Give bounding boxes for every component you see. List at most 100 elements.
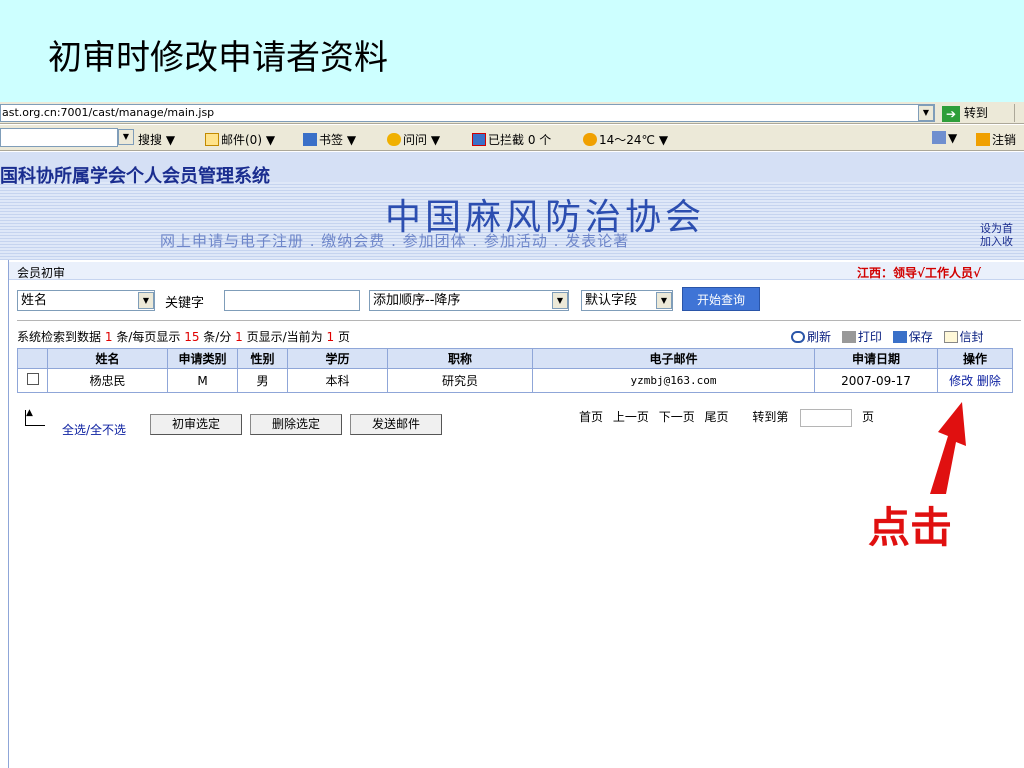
cell-name: 杨忠民 xyxy=(47,368,168,393)
envelope-icon xyxy=(943,331,958,343)
grid-actions: 刷新 打印 保存 信封 xyxy=(784,328,984,345)
go-arrow-icon: ➔ xyxy=(942,105,960,122)
set-homepage-link[interactable]: 设为首 xyxy=(980,222,1013,235)
popup-blocker[interactable]: 已拦截 0 个 xyxy=(472,131,551,148)
cell-education: 本科 xyxy=(287,368,388,393)
member-table: 姓名 申请类别 性别 学历 职称 电子邮件 申请日期 操作 杨忠民 M 男 本科 xyxy=(17,348,1013,393)
refresh-button[interactable]: 刷新 xyxy=(791,330,831,344)
chevron-down-icon: ▼ xyxy=(552,292,568,309)
sort-field-select[interactable]: 默认字段 ▼ xyxy=(581,290,673,311)
table-row: 杨忠民 M 男 本科 研究员 yzmbj@163.com 2007-09-17 … xyxy=(17,368,1013,393)
divider xyxy=(17,320,1021,321)
address-input[interactable]: ast.org.cn:7001/cast/manage/main.jsp xyxy=(0,104,935,122)
chevron-down-icon: ▼ xyxy=(656,292,672,309)
bookmarks-button[interactable]: 书签 ▼ xyxy=(303,131,356,148)
col-header-title: 职称 xyxy=(387,348,533,369)
slide-title: 初审时修改申请者资料 xyxy=(48,38,388,78)
search-button[interactable]: 搜搜 ▼ xyxy=(138,131,175,148)
col-header-date: 申请日期 xyxy=(814,348,938,369)
tools-icon xyxy=(932,131,946,144)
last-page-link[interactable]: 尾页 xyxy=(705,410,729,424)
ask-button[interactable]: 问问 ▼ xyxy=(387,131,440,148)
toolbar-search-input[interactable] xyxy=(0,128,118,147)
tools-button[interactable]: ▼ xyxy=(932,131,957,145)
envelope-button[interactable]: 信封 xyxy=(943,330,984,344)
sun-icon xyxy=(583,133,597,146)
table-header-row: 姓名 申请类别 性别 学历 职称 电子邮件 申请日期 操作 xyxy=(17,348,1013,369)
mail-button[interactable]: 邮件(0) ▼ xyxy=(205,131,275,148)
logout-icon xyxy=(976,133,990,146)
col-header-category: 申请类别 xyxy=(167,348,238,369)
printer-icon xyxy=(841,331,856,343)
field-select[interactable]: 姓名 ▼ xyxy=(17,290,155,311)
toolbar-divider xyxy=(1014,104,1024,122)
go-label: 转到 xyxy=(963,106,988,120)
floppy-icon xyxy=(892,331,907,343)
site-header: 国科协所属学会个人会员管理系统 中国麻风防治协会 网上申请与电子注册 . 缴纳会… xyxy=(0,152,1024,260)
sort-field-value: 默认字段 xyxy=(585,293,638,308)
col-header-ops: 操作 xyxy=(937,348,1013,369)
prev-page-link[interactable]: 上一页 xyxy=(613,410,649,424)
chevron-down-icon: ▼ xyxy=(138,292,154,309)
address-bar: ast.org.cn:7001/cast/manage/main.jsp ▼ ➔… xyxy=(0,102,1024,124)
callout-arrow-icon xyxy=(930,402,966,494)
go-button[interactable]: ➔ 转到 xyxy=(942,104,1012,122)
section-title: 会员初审 xyxy=(17,266,66,280)
save-button[interactable]: 保存 xyxy=(892,330,933,344)
col-header-name: 姓名 xyxy=(47,348,168,369)
mail-icon xyxy=(205,133,219,146)
section-header: 会员初审 江西：领导√工作人员√ xyxy=(9,262,1024,280)
delete-selected-button[interactable]: 删除选定 xyxy=(250,414,342,435)
row-checkbox-cell xyxy=(17,368,48,393)
query-button[interactable]: 开始查询 xyxy=(682,287,760,311)
first-page-link[interactable]: 首页 xyxy=(579,410,603,424)
col-header-education: 学历 xyxy=(287,348,388,369)
callout-arrow-shape xyxy=(930,402,966,494)
address-dropdown-icon[interactable]: ▼ xyxy=(918,105,934,121)
header-links: 设为首 加入收 xyxy=(980,222,1013,248)
cell-gender: 男 xyxy=(237,368,288,393)
next-page-link[interactable]: 下一页 xyxy=(659,410,695,424)
cell-date: 2007-09-17 xyxy=(814,368,938,393)
cell-email: yzmbj@163.com xyxy=(532,368,815,393)
blocker-icon xyxy=(472,133,486,146)
cell-ops: 修改 删除 xyxy=(937,368,1013,393)
goto-label: 转到第 xyxy=(752,410,789,424)
keyword-input[interactable] xyxy=(224,290,360,311)
col-header-gender: 性别 xyxy=(237,348,288,369)
search-dropdown-icon[interactable]: ▼ xyxy=(118,129,134,145)
refresh-icon xyxy=(791,331,805,343)
result-stats: 系统检索到数据 1 条/每页显示 15 条/分 1 页显示/当前为 1 页 xyxy=(17,330,350,344)
order-select-value: 添加顺序--降序 xyxy=(373,293,461,308)
user-info: 江西：领导√工作人员√ xyxy=(857,266,982,280)
col-header-email: 电子邮件 xyxy=(532,348,815,369)
browser-toolbar: ▼ 搜搜 ▼ 邮件(0) ▼ 书签 ▼ 问问 ▼ 已拦截 0 个 14～24℃ … xyxy=(0,125,1024,151)
pager: 首页 上一页 下一页 尾页 转到第 页 xyxy=(579,408,874,427)
page-number-input[interactable] xyxy=(800,408,853,427)
delete-link[interactable]: 删除 xyxy=(977,374,1001,388)
select-all-link[interactable]: 全选/全不选 xyxy=(62,421,126,438)
logout-button[interactable]: 注销 xyxy=(976,131,1016,148)
edit-link[interactable]: 修改 xyxy=(949,374,973,388)
weather-widget[interactable]: 14～24℃ ▼ xyxy=(583,131,668,148)
keyword-label: 关键字 xyxy=(165,296,205,311)
cell-title: 研究员 xyxy=(387,368,533,393)
order-select[interactable]: 添加顺序--降序 ▼ xyxy=(369,290,569,311)
approve-selected-button[interactable]: 初审选定 xyxy=(150,414,242,435)
callout-text: 点击 xyxy=(868,503,953,552)
system-title: 国科协所属学会个人会员管理系统 xyxy=(0,166,270,187)
site-slogan: 网上申请与电子注册 . 缴纳会费 . 参加团体 . 参加活动 . 发表论著 xyxy=(160,232,630,250)
col-header-select xyxy=(17,348,48,369)
bottom-bar: ▲ 全选/全不选 初审选定 删除选定 发送邮件 首页 上一页 下一页 尾页 转到… xyxy=(19,408,1019,440)
send-mail-button[interactable]: 发送邮件 xyxy=(350,414,442,435)
return-arrow-icon: ▲ xyxy=(25,409,45,426)
bookmark-icon xyxy=(303,133,317,146)
browser-window: ast.org.cn:7001/cast/manage/main.jsp ▼ ➔… xyxy=(0,102,1024,768)
page-unit-label: 页 xyxy=(862,410,875,424)
field-select-value: 姓名 xyxy=(21,293,48,308)
print-button[interactable]: 打印 xyxy=(841,330,882,344)
add-favorite-link[interactable]: 加入收 xyxy=(980,235,1013,248)
cell-category: M xyxy=(167,368,238,393)
row-checkbox[interactable] xyxy=(26,373,39,385)
question-icon xyxy=(387,133,401,146)
